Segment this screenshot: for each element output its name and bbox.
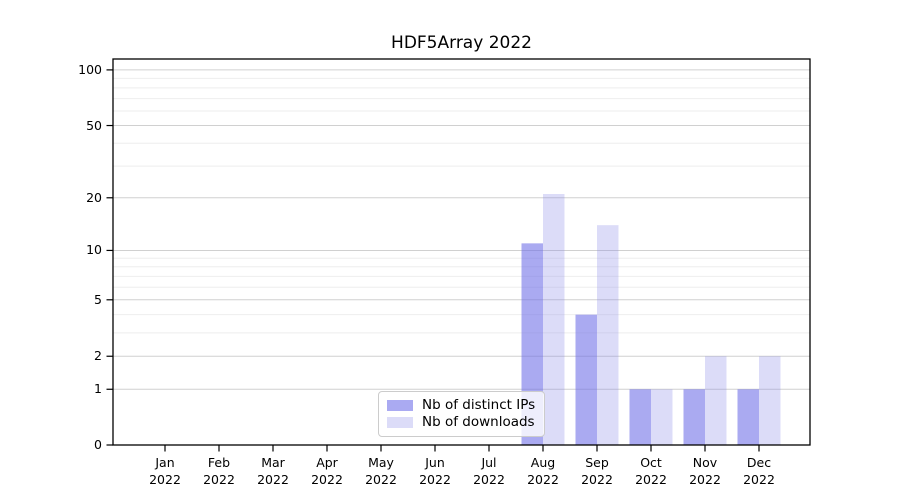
y-tick-label: 2 <box>30 349 102 363</box>
x-tick-label: Sep2022 <box>570 455 624 488</box>
bar-distinct-ips <box>630 389 652 445</box>
y-tick-label: 100 <box>30 63 102 77</box>
bar-distinct-ips <box>576 315 598 445</box>
x-tick-label: Feb2022 <box>192 455 246 488</box>
x-tick-label: May2022 <box>354 455 408 488</box>
x-tick-label: Dec2022 <box>732 455 786 488</box>
legend-label-distinct-ips: Nb of distinct IPs <box>422 399 535 413</box>
bar-downloads <box>759 356 781 445</box>
y-tick-label: 1 <box>30 382 102 396</box>
x-tick-label: Aug2022 <box>516 455 570 488</box>
bar-downloads <box>651 389 673 445</box>
x-tick-label: Apr2022 <box>300 455 354 488</box>
legend-label-downloads: Nb of downloads <box>422 416 535 430</box>
bar-distinct-ips <box>738 389 760 445</box>
y-tick-label: 20 <box>30 191 102 205</box>
chart-figure: HDF5Array 2022 Nb of distinct IPs Nb of … <box>0 0 900 500</box>
x-tick-label: Nov2022 <box>678 455 732 488</box>
legend-swatch-downloads <box>387 417 413 428</box>
x-tick-label: Jun2022 <box>408 455 462 488</box>
y-tick-label: 0 <box>30 438 102 452</box>
legend: Nb of distinct IPs Nb of downloads <box>378 391 545 437</box>
x-tick-label: Jul2022 <box>462 455 516 488</box>
y-tick-label: 5 <box>30 293 102 307</box>
y-tick-label: 50 <box>30 119 102 133</box>
chart-title: HDF5Array 2022 <box>113 33 810 53</box>
bar-downloads <box>543 194 565 445</box>
bar-downloads <box>597 225 619 445</box>
x-tick-label: Mar2022 <box>246 455 300 488</box>
legend-item-distinct-ips: Nb of distinct IPs <box>387 399 536 413</box>
legend-item-downloads: Nb of downloads <box>387 416 536 430</box>
legend-swatch-distinct-ips <box>387 400 413 411</box>
bar-distinct-ips <box>684 389 706 445</box>
y-tick-label: 10 <box>30 243 102 257</box>
x-tick-label: Oct2022 <box>624 455 678 488</box>
x-tick-label: Jan2022 <box>138 455 192 488</box>
bar-downloads <box>705 356 727 445</box>
